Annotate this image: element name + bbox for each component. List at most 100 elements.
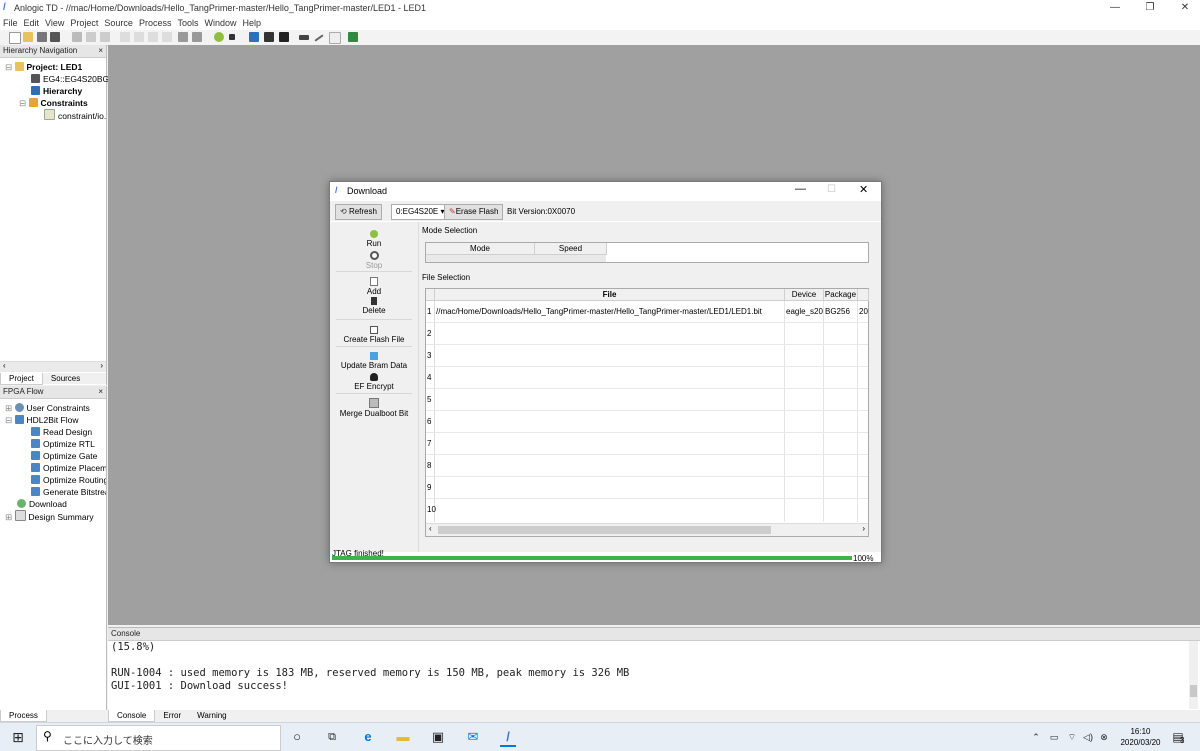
minimize-button[interactable]: — xyxy=(1100,0,1130,16)
find-next-icon[interactable] xyxy=(134,32,144,42)
taskbar-search-box[interactable]: ⚲ ここに入力して検索 xyxy=(36,725,281,751)
column-header-mode[interactable]: Mode xyxy=(426,243,535,255)
menu-file[interactable]: File xyxy=(0,17,21,29)
scroll-left-icon[interactable]: ‹ xyxy=(429,524,432,533)
table-row[interactable]: 5 xyxy=(426,389,868,410)
scrollbar-thumb[interactable] xyxy=(1190,685,1197,697)
delete-button[interactable]: Delete xyxy=(330,297,418,315)
table-row[interactable]: 1 //mac/Home/Downloads/Hello_TangPrimer-… xyxy=(426,301,868,322)
cortana-icon[interactable]: ○ xyxy=(289,729,305,745)
cut-icon[interactable] xyxy=(72,32,82,42)
menu-view[interactable]: View xyxy=(42,17,67,29)
mode-row[interactable] xyxy=(426,255,606,262)
column-header-device[interactable]: Device xyxy=(785,289,824,301)
vertical-scrollbar[interactable] xyxy=(1189,641,1198,709)
create-flash-file-button[interactable]: Create Flash File xyxy=(330,326,418,344)
tab-project[interactable]: Project xyxy=(0,373,43,385)
stop-button[interactable]: Stop xyxy=(330,251,418,270)
add-button[interactable]: Add xyxy=(330,277,418,296)
device-cell[interactable]: eagle_s20 xyxy=(786,307,823,316)
new-file-icon[interactable] xyxy=(9,32,21,44)
column-header-speed[interactable]: Speed xyxy=(535,243,607,255)
show-hidden-icons-icon[interactable]: ⌃ xyxy=(1028,729,1044,745)
redo-icon[interactable] xyxy=(192,32,202,42)
column-header-package[interactable]: Package xyxy=(824,289,858,301)
wifi-icon[interactable]: ⌔ xyxy=(1064,729,1080,745)
extra-cell[interactable]: 20 xyxy=(859,307,868,316)
flow-item-download[interactable]: Download xyxy=(17,498,67,510)
scroll-right-icon[interactable]: › xyxy=(862,524,865,533)
menu-project[interactable]: Project xyxy=(67,17,101,29)
tree-item[interactable]: constraint/io.adc xyxy=(44,109,106,122)
table-row[interactable]: 10 xyxy=(426,499,868,520)
windows-start-icon[interactable]: ⊞ xyxy=(10,729,26,745)
tree-item[interactable]: ⊟ Constraints xyxy=(19,97,88,109)
table-row[interactable]: 9 xyxy=(426,477,868,498)
device-select[interactable]: 0:EG4S20E ▾ xyxy=(391,204,450,220)
merge-dualboot-button[interactable]: Merge Dualboot Bit xyxy=(330,398,418,418)
mail-icon[interactable]: ✉ xyxy=(465,729,481,745)
copy-icon[interactable] xyxy=(86,32,96,42)
download-icon[interactable] xyxy=(348,32,358,42)
tab-console[interactable]: Console xyxy=(108,710,156,722)
flow-item-design-summary[interactable]: ⊞ Design Summary xyxy=(5,510,94,523)
flow-item-optimize-routing[interactable]: Optimize Routing xyxy=(31,474,106,486)
tree-item[interactable]: Hierarchy xyxy=(31,85,82,97)
close-icon[interactable]: × xyxy=(98,386,103,398)
ef-encrypt-button[interactable]: EF Encrypt xyxy=(330,373,418,391)
task-view-icon[interactable]: ⧉ xyxy=(324,729,340,745)
probe-icon[interactable] xyxy=(314,34,324,42)
column-header-file[interactable]: File xyxy=(435,289,785,301)
stop-icon[interactable] xyxy=(229,34,235,40)
tab-sources[interactable]: Sources xyxy=(43,373,88,384)
tree-item[interactable]: ⊟ Project: LED1 xyxy=(5,61,82,73)
menu-tools[interactable]: Tools xyxy=(174,17,201,29)
menu-source[interactable]: Source xyxy=(101,17,136,29)
run-button[interactable]: Run xyxy=(330,230,418,248)
menu-help[interactable]: Help xyxy=(239,17,264,29)
menu-window[interactable]: Window xyxy=(201,17,239,29)
network-icon[interactable]: ▭ xyxy=(1046,729,1062,745)
replace-icon[interactable] xyxy=(162,32,172,42)
anlogic-taskbar-icon[interactable]: / xyxy=(500,729,516,747)
table-row[interactable]: 3 xyxy=(426,345,868,366)
find-icon[interactable] xyxy=(120,32,130,42)
hierarchy-view-icon[interactable] xyxy=(249,32,259,42)
ime-icon[interactable]: ⊗ xyxy=(1096,729,1112,745)
save-icon[interactable] xyxy=(37,32,47,42)
mode-grid[interactable]: Mode Speed xyxy=(425,242,869,263)
menu-edit[interactable]: Edit xyxy=(21,17,43,29)
close-icon[interactable]: × xyxy=(98,45,103,57)
edge-browser-icon[interactable]: e xyxy=(360,729,376,745)
scroll-right-icon[interactable]: › xyxy=(100,361,103,370)
menu-process[interactable]: Process xyxy=(136,17,175,29)
flow-item-optimize-rtl[interactable]: Optimize RTL xyxy=(31,438,95,450)
close-button[interactable]: ✕ xyxy=(859,183,868,196)
horizontal-scrollbar[interactable]: ‹ › xyxy=(0,361,106,372)
table-row[interactable]: 4 xyxy=(426,367,868,388)
flow-item-optimize-gate[interactable]: Optimize Gate xyxy=(31,450,97,462)
restore-button[interactable]: ❐ xyxy=(1135,0,1165,16)
tab-warning[interactable]: Warning xyxy=(189,710,235,721)
package-cell[interactable]: BG256 xyxy=(825,307,857,316)
store-icon[interactable]: ▣ xyxy=(430,729,446,745)
volume-icon[interactable]: ◁) xyxy=(1080,729,1096,745)
update-bram-button[interactable]: Update Bram Data xyxy=(330,352,418,370)
save-all-icon[interactable] xyxy=(50,32,60,42)
flow-item-optimize-placement[interactable]: Optimize Placement xyxy=(31,462,106,474)
maximize-button[interactable]: ☐ xyxy=(827,184,836,195)
table-row[interactable]: 6 xyxy=(426,411,868,432)
chart-icon[interactable] xyxy=(264,32,274,42)
settings-icon[interactable] xyxy=(329,32,341,44)
tab-error[interactable]: Error xyxy=(155,710,189,721)
open-folder-icon[interactable] xyxy=(23,32,33,42)
paste-icon[interactable] xyxy=(100,32,110,42)
layout-icon[interactable] xyxy=(279,32,289,42)
flow-item-user-constraints[interactable]: ⊞ User Constraints xyxy=(5,402,90,414)
table-row[interactable]: 2 xyxy=(426,323,868,344)
flow-item-generate-bitstream[interactable]: Generate Bitstream xyxy=(31,486,106,498)
find-prev-icon[interactable] xyxy=(148,32,158,42)
scrollbar-thumb[interactable] xyxy=(438,526,771,534)
flow-item-hdl2bit[interactable]: ⊟ HDL2Bit Flow xyxy=(5,414,78,426)
undo-icon[interactable] xyxy=(178,32,188,42)
